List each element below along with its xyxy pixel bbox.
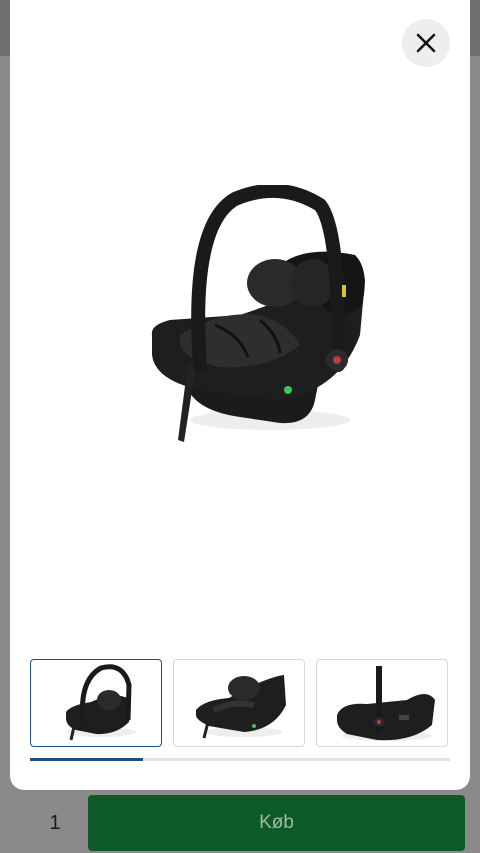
thumbnail-3[interactable] xyxy=(316,659,448,747)
thumbnail-image xyxy=(337,666,435,741)
gallery-progress-fill xyxy=(30,758,144,761)
close-icon xyxy=(416,33,436,53)
thumbnail-strip xyxy=(30,659,450,749)
close-button[interactable] xyxy=(402,19,450,67)
thumbnail-1[interactable] xyxy=(30,659,162,747)
thumbnail-2[interactable] xyxy=(173,659,305,747)
thumbnail-image xyxy=(196,675,286,739)
buy-button[interactable]: Køb xyxy=(88,795,465,851)
gallery-progress-track xyxy=(30,758,450,761)
product-main-image xyxy=(151,185,365,442)
thumbnail-image xyxy=(66,664,136,741)
image-gallery-modal xyxy=(10,0,470,790)
quantity-field[interactable]: 1 xyxy=(20,795,90,851)
purchase-bar: 1 Køb xyxy=(0,790,480,853)
